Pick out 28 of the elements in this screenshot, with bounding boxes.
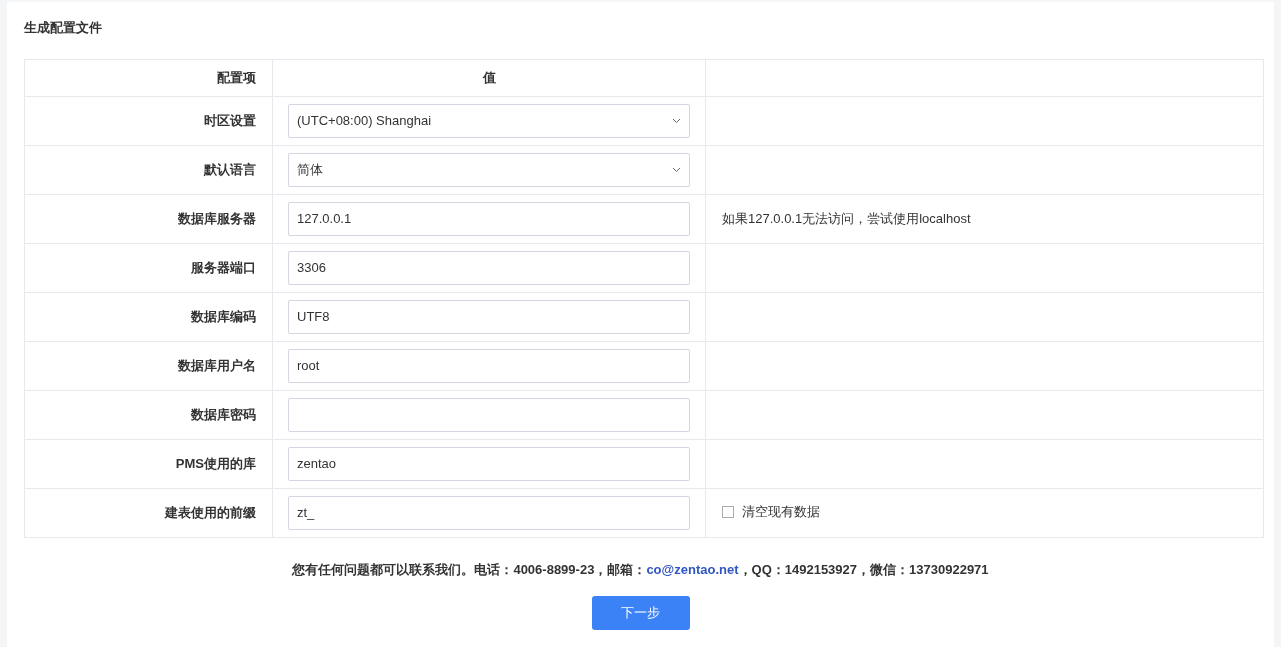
- input-field[interactable]: root: [288, 348, 690, 383]
- checkbox-option[interactable]: 清空现有数据: [722, 501, 820, 522]
- select-field[interactable]: (UTC+08:00) Shanghai: [288, 103, 690, 138]
- input-field[interactable]: zentao: [288, 446, 690, 481]
- field-label: 建表使用的前缀: [165, 504, 256, 520]
- page-title: 生成配置文件: [24, 19, 102, 37]
- input-field[interactable]: zt_: [288, 495, 690, 530]
- field-label: 服务器端口: [191, 259, 256, 275]
- hint-text: 如果127.0.0.1无法访问，尝试使用localhost: [722, 210, 971, 226]
- field-label: 时区设置: [204, 112, 256, 128]
- column-header: 值: [482, 69, 496, 85]
- input-field[interactable]: UTF8: [288, 299, 690, 334]
- field-label: 数据库服务器: [178, 210, 256, 226]
- email-link[interactable]: co@zentao.net: [646, 561, 739, 577]
- column-header: 配置项: [217, 69, 256, 85]
- chevron-down-icon: [672, 117, 681, 124]
- field-label: PMS使用的库: [175, 455, 256, 471]
- contact-text: 您有任何问题都可以联系我们。电话：4006-8899-23，邮箱：co@zentao.net，QQ：1492153927，微信：13730922971: [292, 560, 989, 579]
- input-field[interactable]: 127.0.0.1: [288, 201, 690, 236]
- input-field[interactable]: [288, 397, 690, 432]
- next-button[interactable]: 下一步: [591, 595, 690, 630]
- field-label: 默认语言: [204, 161, 256, 177]
- field-label: 数据库用户名: [178, 357, 256, 373]
- select-field[interactable]: 简体: [288, 152, 690, 187]
- chevron-down-icon: [672, 166, 681, 173]
- field-label: 数据库编码: [191, 308, 256, 324]
- input-field[interactable]: 3306: [288, 250, 690, 285]
- field-label: 数据库密码: [191, 406, 256, 422]
